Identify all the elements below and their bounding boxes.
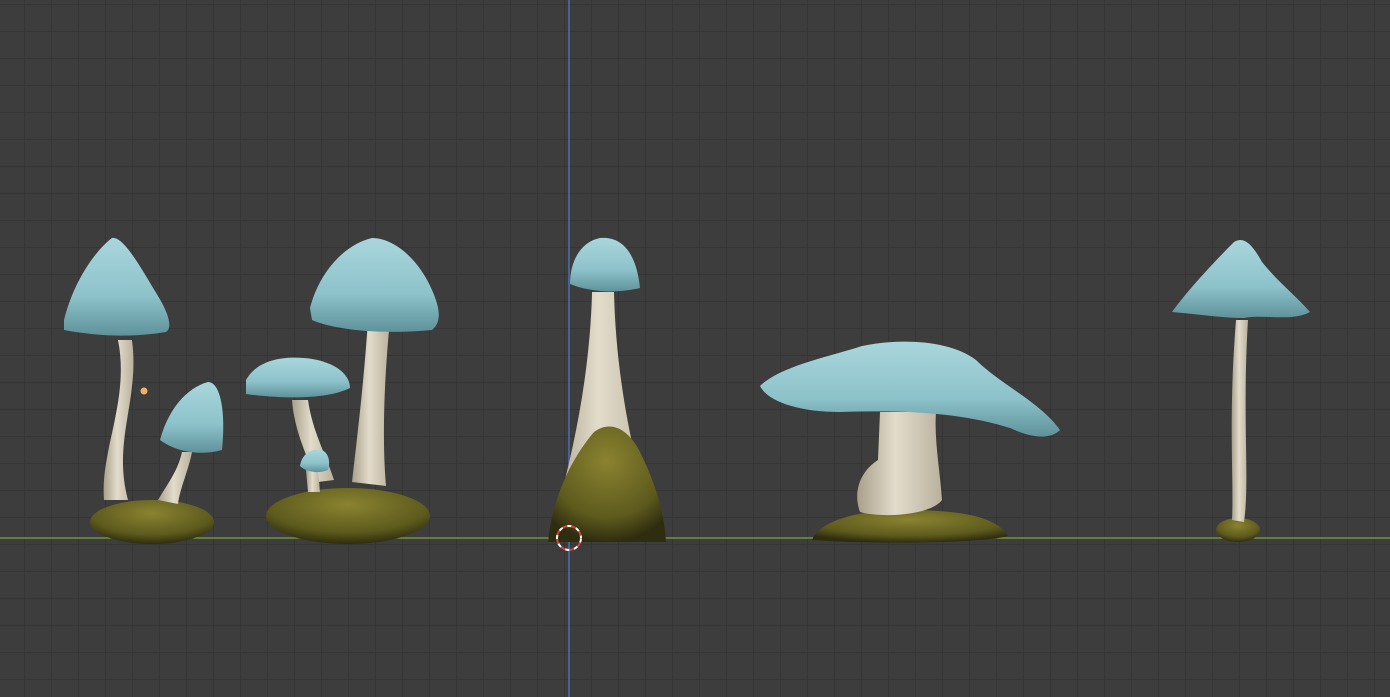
3d-viewport[interactable] bbox=[0, 0, 1390, 697]
mushroom-wide-cap[interactable] bbox=[760, 341, 1060, 543]
mushroom-tall-cone[interactable] bbox=[548, 237, 666, 542]
mushroom-group-2[interactable] bbox=[246, 238, 439, 544]
mushroom-thin-stem[interactable] bbox=[1172, 240, 1310, 542]
viewport-scene[interactable] bbox=[0, 0, 1390, 697]
light-object[interactable] bbox=[140, 387, 148, 395]
